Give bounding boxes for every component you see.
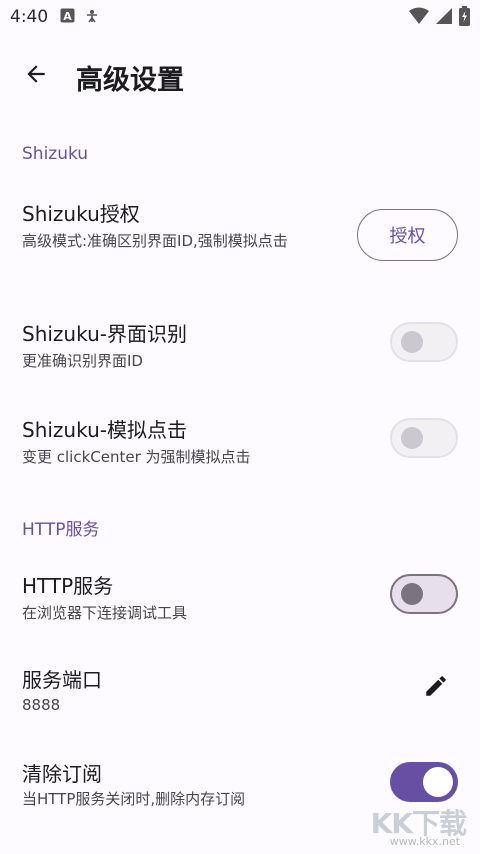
watermark-url: www.kkx.net <box>389 835 460 848</box>
setting-title: 清除订阅 <box>22 762 102 786</box>
simulate-click-switch[interactable] <box>390 418 458 458</box>
status-left-icons: A <box>60 8 99 27</box>
section-header-shizuku: Shizuku <box>22 144 89 164</box>
setting-shizuku-ui-recognition[interactable]: Shizuku-界面识别 更准确识别界面ID <box>0 310 480 380</box>
switch-thumb <box>401 331 423 353</box>
battery-charging-icon <box>459 6 470 30</box>
setting-service-port[interactable]: 服务端口 8888 <box>0 656 480 726</box>
setting-subtitle: 高级模式:准确区别界面ID,强制模拟点击 <box>22 232 288 250</box>
setting-title: Shizuku授权 <box>22 202 140 226</box>
edit-port-button[interactable] <box>416 668 456 708</box>
signal-icon <box>435 7 453 29</box>
wifi-icon <box>409 7 429 29</box>
setting-http-service[interactable]: HTTP服务 在浏览器下连接调试工具 <box>0 562 480 632</box>
authorize-button[interactable]: 授权 <box>357 209 458 261</box>
svg-text:A: A <box>63 10 72 23</box>
setting-shizuku-authorize: Shizuku授权 高级模式:准确区别界面ID,强制模拟点击 授权 <box>0 190 480 290</box>
setting-subtitle: 当HTTP服务关闭时,删除内存订阅 <box>22 790 246 808</box>
setting-subtitle: 在浏览器下连接调试工具 <box>22 604 188 622</box>
setting-subtitle: 更准确识别界面ID <box>22 352 143 370</box>
status-time: 4:40 <box>10 7 49 27</box>
setting-subtitle: 变更 clickCenter 为强制模拟点击 <box>22 448 251 466</box>
setting-title: 服务端口 <box>22 668 102 692</box>
app-bar: 高级设置 <box>0 44 480 108</box>
setting-title: Shizuku-界面识别 <box>22 322 187 346</box>
clear-subscriptions-switch[interactable] <box>390 762 458 802</box>
switch-thumb <box>401 427 423 449</box>
page-title: 高级设置 <box>76 65 184 96</box>
setting-title: Shizuku-模拟点击 <box>22 418 187 442</box>
a-notification-icon: A <box>60 8 75 27</box>
ui-recognition-switch[interactable] <box>390 322 458 362</box>
switch-thumb <box>423 767 453 797</box>
http-service-switch[interactable] <box>390 574 458 614</box>
arrow-back-icon <box>23 61 49 91</box>
accessibility-icon <box>85 8 99 27</box>
back-button[interactable] <box>14 54 58 98</box>
status-bar: 4:40 A <box>0 0 480 34</box>
switch-thumb <box>401 583 423 605</box>
port-value: 8888 <box>22 696 61 714</box>
setting-shizuku-simulate-click[interactable]: Shizuku-模拟点击 变更 clickCenter 为强制模拟点击 <box>0 406 480 476</box>
status-right-icons <box>409 6 470 30</box>
edit-pencil-icon <box>423 673 449 703</box>
watermark: KK下载 www.kkx.net <box>344 802 474 848</box>
section-header-http: HTTP服务 <box>22 520 100 540</box>
setting-title: HTTP服务 <box>22 574 114 598</box>
